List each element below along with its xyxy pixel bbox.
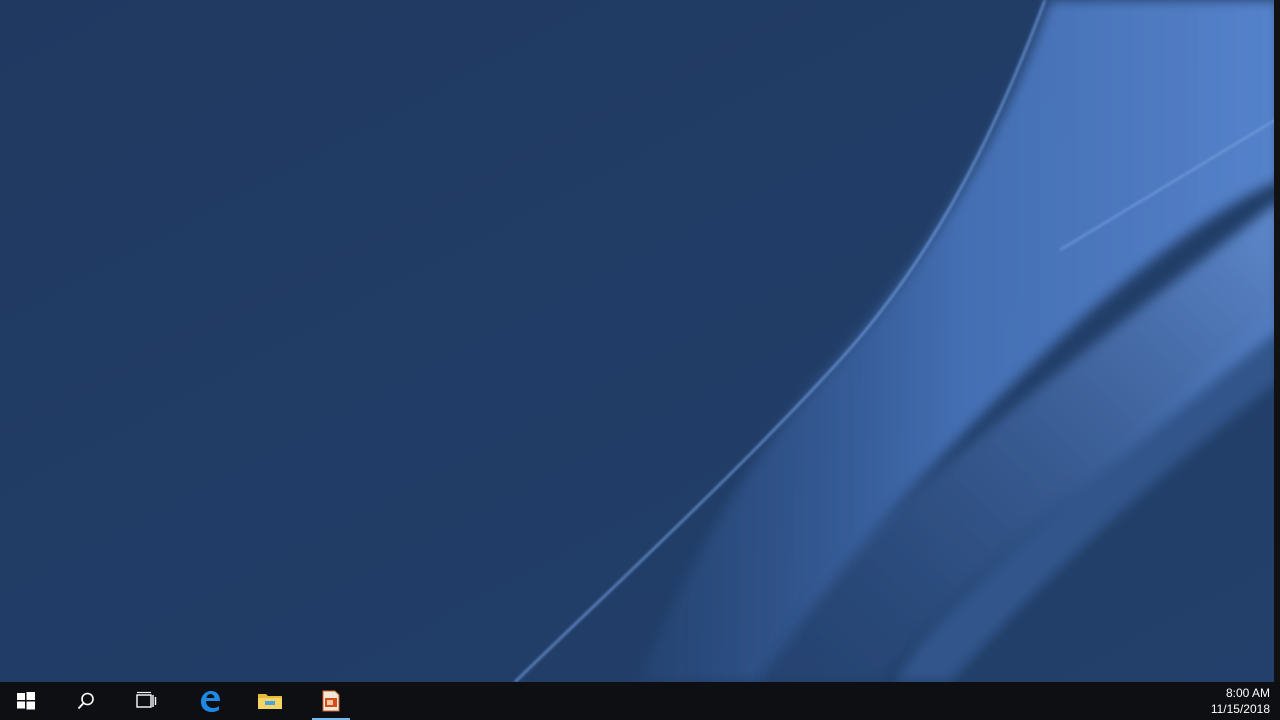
task-view-icon	[136, 691, 157, 708]
start-button[interactable]	[1, 682, 51, 720]
wallpaper-art	[0, 0, 1280, 682]
edge-browser-button[interactable]	[185, 682, 235, 720]
screen-edge	[1274, 0, 1280, 682]
presentation-app-icon	[322, 690, 340, 712]
system-clock[interactable]: 8:00 AM 11/15/2018	[1180, 685, 1270, 717]
presentation-app-button[interactable]	[306, 682, 356, 720]
clock-time: 8:00 AM	[1225, 686, 1270, 700]
taskbar: 8:00 AM 11/15/2018	[0, 682, 1280, 720]
file-explorer-button[interactable]	[245, 682, 295, 720]
folder-icon	[258, 694, 282, 709]
edge-browser-icon	[201, 691, 220, 712]
search-button[interactable]	[61, 682, 111, 720]
desktop-wallpaper	[0, 0, 1280, 682]
search-icon	[77, 692, 94, 710]
windows-logo-icon	[17, 692, 35, 710]
task-view-button[interactable]	[121, 682, 171, 720]
clock-date: 11/15/2018	[1210, 702, 1270, 716]
